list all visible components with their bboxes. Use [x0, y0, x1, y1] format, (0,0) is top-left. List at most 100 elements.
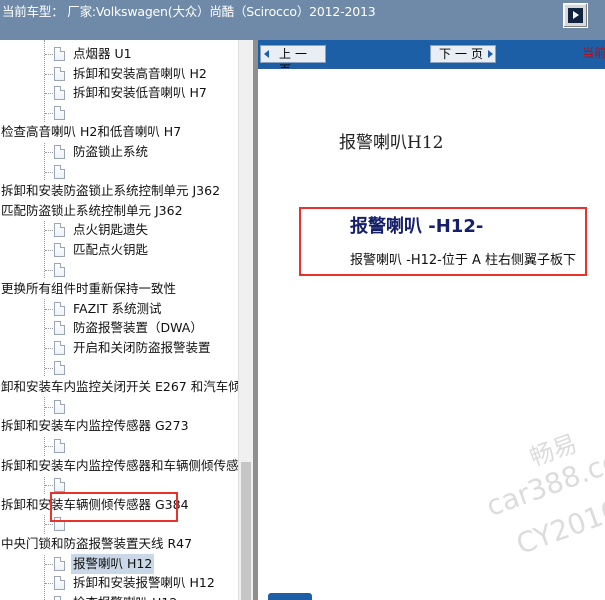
tree-item-label: 报警喇叭 H12 [71, 553, 155, 574]
tree-connector [45, 348, 53, 349]
selected-item-highlight-box [50, 492, 178, 522]
tree-item-label: 匹配点火钥匙 [73, 242, 149, 257]
tree-item-label: 开启和关闭防盗报警装置 [73, 340, 211, 355]
tree-doc-item[interactable] [0, 103, 238, 123]
tree-connector [45, 446, 53, 447]
tree-item-label: 防盗报警装置（DWA） [73, 320, 203, 336]
tree-item-label: FAZIT 系统测试 [73, 300, 162, 316]
section-text: 报警喇叭 -H12-位于 A 柱右侧翼子板下 [350, 253, 576, 268]
tree-item-label: 中央门锁和防盗报警装置天线 R47 [1, 534, 193, 554]
tree-item-label: 点烟器 U1 [73, 46, 132, 61]
tree-folder-item[interactable]: 拆卸和安装车内监控传感器 G273 [0, 416, 238, 437]
tree-item-label: 检查高音喇叭 H2和低音喇叭 H7 [1, 122, 182, 143]
document-icon [54, 576, 65, 591]
document-heading: 报警喇叭H12 [339, 133, 444, 153]
arrow-right-icon [488, 50, 493, 58]
section-title: 报警喇叭 -H12- [350, 216, 484, 237]
tree-connector [45, 73, 53, 75]
tree-connector [45, 524, 53, 526]
tree-doc-item[interactable]: 点烟器 U1 [0, 44, 238, 64]
tree-item-label: 检查报警喇叭 H12 [73, 593, 177, 600]
tree-connector [45, 93, 53, 95]
panel-toggle-icon [568, 8, 583, 23]
tree-item-label: 拆卸和安装防盗锁止系统控制单元 J362 [1, 181, 221, 202]
prev-page-button[interactable]: 上一页 [260, 45, 326, 77]
tree-item-label: 卸和安装车内监控关闭开关 E267 和汽车倾 [1, 377, 238, 398]
tree-item-label: 更换所有组件时重新保持一致性 [1, 279, 177, 300]
next-page-button[interactable]: 下一页 [430, 45, 496, 63]
bottom-tab [268, 593, 312, 600]
tree-doc-item[interactable] [0, 260, 238, 280]
document-icon [54, 595, 65, 600]
tree-connector [45, 328, 53, 330]
tree-connector [45, 269, 53, 271]
tree-doc-item[interactable] [0, 162, 238, 182]
tree-doc-item[interactable]: 拆卸和安装低音喇叭 H7 [0, 83, 238, 103]
tree-folder-item[interactable]: 卸和安装车内监控关闭开关 E267 和汽车倾 [0, 377, 238, 398]
nav-right-text: 当前 [582, 46, 605, 60]
panel-toggle-button[interactable] [563, 3, 588, 28]
tree-connector [45, 54, 53, 55]
document-icon [54, 478, 65, 493]
tree-item-label: 拆卸和安装车内监控传感器 G273 [1, 416, 189, 437]
tree-doc-item[interactable]: FAZIT 系统测试 [0, 299, 238, 319]
tree-connector [45, 406, 53, 408]
tree-item-label: 拆卸和安装高音喇叭 H2 [73, 65, 207, 81]
top-bar: 当前车型： 厂家:Volkswagen(大众）尚酷（Scirocco）2012-… [0, 0, 605, 40]
tree-folder-item[interactable]: 中央门锁和防盗报警装置天线 R47 [0, 534, 238, 554]
document-icon [54, 223, 65, 238]
tree-item-label: 拆卸和安装低音喇叭 H7 [73, 85, 207, 101]
tree-folder-item[interactable]: 拆卸和安装防盗锁止系统控制单元 J362 [0, 181, 238, 202]
document-icon [54, 243, 65, 257]
tree-doc-item[interactable]: 点火钥匙遗失 [0, 220, 238, 240]
document-icon [54, 262, 65, 277]
tree-item-label: 点火钥匙遗失 [73, 222, 149, 238]
tree-doc-item[interactable]: 防盗报警装置（DWA） [0, 318, 238, 338]
page-nav-bar: 上一页 下一页 [258, 40, 605, 77]
tree-doc-item[interactable]: 防盗锁止系统 [0, 142, 238, 162]
tree-scrollbar-thumb[interactable] [241, 462, 251, 600]
document-icon [54, 47, 65, 61]
tree-doc-item[interactable] [0, 397, 238, 417]
tree-item-label: 拆卸和安装报警喇叭 H12 [73, 575, 215, 591]
document-icon [54, 399, 65, 414]
tree-folder-item[interactable]: 检查高音喇叭 H2和低音喇叭 H7 [0, 122, 238, 143]
tree-connector [45, 250, 53, 251]
document-icon [54, 321, 65, 336]
document-icon [54, 439, 65, 453]
current-model-title: 当前车型： 厂家:Volkswagen(大众）尚酷（Scirocco）2012-… [2, 4, 376, 19]
document-icon [54, 301, 65, 316]
tree-folder-item[interactable]: 拆卸和安装车内监控传感器和车辆侧倾传感 [0, 455, 238, 476]
tree-connector [45, 367, 53, 369]
arrow-left-icon [264, 50, 269, 58]
document-icon [54, 66, 65, 81]
document-icon [54, 105, 65, 120]
document-icon [54, 86, 65, 101]
tree-doc-item[interactable]: 拆卸和安装高音喇叭 H2 [0, 64, 238, 84]
tree-item-label: 匹配防盗锁止系统控制单元 J362 [1, 200, 183, 221]
document-icon [54, 145, 65, 159]
tree-doc-item[interactable] [0, 358, 238, 378]
tree-item-label: 拆卸和安装车内监控传感器和车辆侧倾传感 [1, 455, 238, 476]
tree-connector [45, 152, 53, 153]
tree-connector [45, 230, 53, 232]
tree-connector [45, 485, 53, 487]
tree-connector [45, 308, 53, 310]
tree-doc-item[interactable]: 检查报警喇叭 H12 [0, 593, 238, 600]
tree-connector [45, 583, 53, 585]
document-icon [54, 360, 65, 375]
tree-folder-item[interactable]: 更换所有组件时重新保持一致性 [0, 279, 238, 300]
tree-doc-item[interactable]: 开启和关闭防盗报警装置 [0, 338, 238, 358]
tree-item-label: 防盗锁止系统 [73, 144, 149, 159]
tree-doc-item[interactable] [0, 436, 238, 456]
tree-folder-item[interactable]: 匹配防盗锁止系统控制单元 J362 [0, 200, 238, 221]
tree-connector [45, 112, 53, 114]
tree-doc-item[interactable]: 匹配点火钥匙 [0, 240, 238, 260]
tree-connector [45, 171, 53, 173]
tree-doc-item[interactable]: 拆卸和安装报警喇叭 H12 [0, 573, 238, 593]
tree-doc-item[interactable]: 报警喇叭 H12 [0, 553, 238, 574]
document-icon [54, 164, 65, 179]
tree-connector [45, 563, 53, 565]
document-icon [54, 556, 65, 571]
document-icon [54, 341, 65, 355]
